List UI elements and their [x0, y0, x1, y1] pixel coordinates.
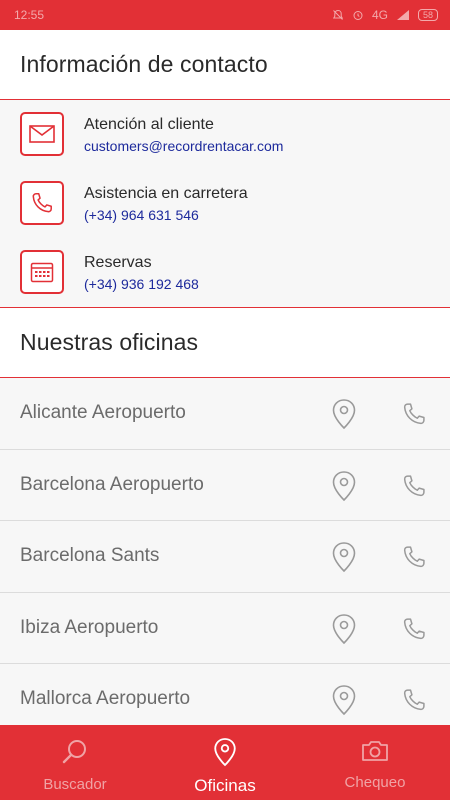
- contact-section-title: Información de contacto: [20, 51, 268, 77]
- battery-level: 58: [422, 10, 433, 20]
- office-row[interactable]: Ibiza Aeropuerto: [0, 592, 450, 664]
- phone-icon[interactable]: [400, 543, 428, 576]
- phone-icon[interactable]: [400, 400, 428, 433]
- offices-section-title: Nuestras oficinas: [20, 329, 199, 355]
- status-time: 12:55: [14, 8, 45, 22]
- mute-icon: [332, 9, 344, 21]
- network-type: 4G: [371, 8, 388, 22]
- office-name: Barcelona Sants: [20, 545, 160, 567]
- status-bar: 12:55 4G 58: [0, 0, 450, 30]
- map-pin-icon[interactable]: [330, 613, 358, 650]
- office-name: Ibiza Aeropuerto: [20, 616, 159, 638]
- nav-label: Buscador: [43, 776, 107, 793]
- office-row[interactable]: Alicante Aeropuerto: [0, 378, 450, 450]
- office-name: Barcelona Aeropuerto: [20, 473, 204, 495]
- office-row[interactable]: Barcelona Sants: [0, 521, 450, 593]
- contact-title: Asistencia en carretera: [84, 185, 248, 202]
- map-pin-icon[interactable]: [330, 398, 358, 435]
- map-pin-icon[interactable]: [330, 684, 358, 721]
- status-icons: 4G 58: [332, 8, 438, 22]
- office-list: Alicante Aeropuerto Barcelona Aeropuerto…: [0, 378, 450, 736]
- nav-label: Chequeo: [344, 774, 406, 791]
- bottom-nav: Buscador Oficinas Chequeo: [0, 725, 450, 800]
- office-name: Alicante Aeropuerto: [20, 402, 186, 424]
- contact-email-link[interactable]: customers@recordrentacar.com: [84, 136, 283, 156]
- offices-section-header: Nuestras oficinas: [0, 308, 450, 378]
- nav-item-chequeo[interactable]: Chequeo: [300, 725, 450, 800]
- signal-icon: [396, 9, 410, 21]
- contact-phone-link[interactable]: (+34) 936 192 468: [84, 274, 199, 294]
- contact-title: Reservas: [84, 254, 152, 271]
- location-pin-icon: [212, 737, 238, 772]
- calendar-icon: [20, 250, 64, 294]
- contact-list: Atención al cliente customers@recordrent…: [0, 100, 450, 308]
- phone-icon[interactable]: [400, 686, 428, 719]
- mail-icon: [20, 112, 64, 156]
- phone-icon[interactable]: [400, 472, 428, 505]
- camera-icon: [360, 737, 390, 770]
- nav-label: Oficinas: [194, 776, 256, 795]
- search-icon: [60, 737, 90, 772]
- nav-item-buscador[interactable]: Buscador: [0, 725, 150, 800]
- nav-item-oficinas[interactable]: Oficinas: [150, 725, 300, 800]
- map-pin-icon[interactable]: [330, 470, 358, 507]
- contact-item-reservations[interactable]: Reservas (+34) 936 192 468: [20, 250, 199, 296]
- office-row[interactable]: Barcelona Aeropuerto: [0, 449, 450, 521]
- contact-item-customer-service[interactable]: Atención al cliente customers@recordrent…: [20, 112, 283, 158]
- phone-icon[interactable]: [400, 615, 428, 648]
- battery-icon: 58: [417, 9, 438, 21]
- map-pin-icon[interactable]: [330, 541, 358, 578]
- contact-title: Atención al cliente: [84, 116, 214, 133]
- phone-icon: [20, 181, 64, 225]
- alarm-icon: [352, 9, 364, 21]
- office-name: Mallorca Aeropuerto: [20, 688, 191, 710]
- contact-phone-link[interactable]: (+34) 964 631 546: [84, 205, 248, 225]
- contact-item-roadside-assistance[interactable]: Asistencia en carretera (+34) 964 631 54…: [20, 181, 248, 227]
- contact-section-header: Información de contacto: [0, 30, 450, 100]
